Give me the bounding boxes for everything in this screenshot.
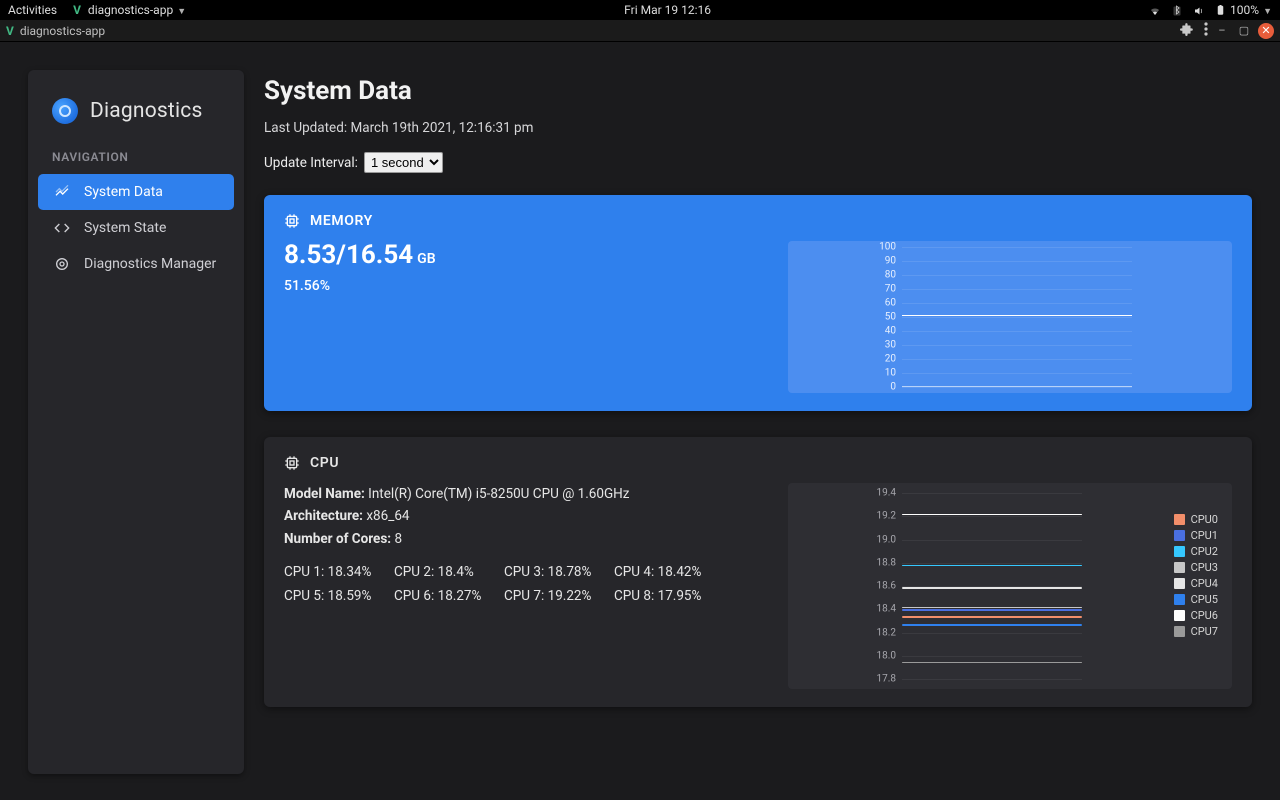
maximize-button[interactable]: ▢ — [1236, 23, 1252, 39]
nav-item-diagnostics-manager[interactable]: Diagnostics Manager — [38, 246, 234, 282]
interval-label: Update Interval: — [264, 155, 358, 171]
memory-card: MEMORY 8.53/16.54GB 51.56% 0102030405060… — [264, 195, 1252, 411]
chart-line-icon — [54, 184, 70, 200]
sidebar: Diagnostics NAVIGATION System Data Syste… — [28, 70, 244, 774]
legend-item: CPU3 — [1174, 561, 1218, 574]
memory-header: MEMORY — [310, 213, 373, 229]
memory-chart: 0102030405060708090100 — [788, 241, 1232, 393]
battery-indicator[interactable]: 100%▼ — [1215, 3, 1272, 17]
nav-label: Diagnostics Manager — [84, 256, 216, 272]
code-icon — [54, 220, 70, 236]
legend-item: CPU4 — [1174, 577, 1218, 590]
cpu-core-reading: CPU 1: 18.34% — [284, 564, 394, 580]
page-title: System Data — [264, 76, 1252, 106]
clock[interactable]: Fri Mar 19 12:16 — [186, 3, 1149, 17]
gnome-top-bar: Activities V diagnostics-app▼ Fri Mar 19… — [0, 0, 1280, 20]
extension-icon[interactable] — [1180, 22, 1194, 39]
window-title: diagnostics-app — [20, 24, 105, 38]
cpu-core-reading: CPU 6: 18.27% — [394, 588, 504, 604]
interval-select[interactable]: 1 second — [364, 152, 443, 173]
cpu-icon — [284, 455, 300, 471]
brand-icon — [52, 98, 78, 124]
legend-item: CPU5 — [1174, 593, 1218, 606]
cpu-header: CPU — [310, 455, 339, 471]
cpu-core-reading: CPU 7: 19.22% — [504, 588, 614, 604]
nav-label: System State — [84, 220, 166, 236]
legend-item: CPU1 — [1174, 529, 1218, 542]
cpu-core-reading: CPU 4: 18.42% — [614, 564, 724, 580]
legend-item: CPU7 — [1174, 625, 1218, 638]
app-icon: V — [6, 24, 14, 38]
brand-text: Diagnostics — [90, 99, 203, 123]
activities-button[interactable]: Activities — [8, 3, 57, 17]
wifi-icon[interactable] — [1149, 3, 1161, 17]
bluetooth-icon[interactable] — [1171, 3, 1183, 17]
cpu-card: CPU Model Name: Intel(R) Core(TM) i5-825… — [264, 437, 1252, 707]
legend-item: CPU2 — [1174, 545, 1218, 558]
nav-header: NAVIGATION — [38, 150, 234, 174]
nav-item-system-state[interactable]: System State — [38, 210, 234, 246]
window-title-bar: V diagnostics-app – ▢ ✕ — [0, 20, 1280, 42]
cpu-core-reading: CPU 5: 18.59% — [284, 588, 394, 604]
kebab-menu-icon[interactable] — [1204, 22, 1208, 39]
target-icon — [54, 256, 70, 272]
nav-item-system-data[interactable]: System Data — [38, 174, 234, 210]
memory-icon — [284, 213, 300, 229]
close-button[interactable]: ✕ — [1258, 23, 1274, 39]
cpu-core-reading: CPU 8: 17.95% — [614, 588, 724, 604]
legend-item: CPU0 — [1174, 513, 1218, 526]
nav-label: System Data — [84, 184, 163, 200]
app-menu[interactable]: V diagnostics-app▼ — [73, 3, 186, 17]
app-root: Diagnostics NAVIGATION System Data Syste… — [0, 42, 1280, 800]
last-updated: Last Updated: March 19th 2021, 12:16:31 … — [264, 120, 1252, 136]
cpu-core-reading: CPU 2: 18.4% — [394, 564, 504, 580]
main-content: System Data Last Updated: March 19th 202… — [264, 70, 1252, 800]
memory-percent: 51.56% — [284, 278, 768, 294]
brand: Diagnostics — [38, 94, 234, 150]
cpu-core-list: CPU 1: 18.34%CPU 2: 18.4%CPU 3: 18.78%CP… — [284, 564, 768, 604]
minimize-button[interactable]: – — [1214, 23, 1230, 39]
volume-icon[interactable] — [1193, 3, 1205, 17]
cpu-info: Model Name: Intel(R) Core(TM) i5-8250U C… — [284, 483, 768, 550]
memory-usage: 8.53/16.54GB — [284, 241, 768, 270]
cpu-chart: 17.818.018.218.418.618.819.019.219.4CPU0… — [788, 483, 1232, 689]
legend-item: CPU6 — [1174, 609, 1218, 622]
cpu-core-reading: CPU 3: 18.78% — [504, 564, 614, 580]
